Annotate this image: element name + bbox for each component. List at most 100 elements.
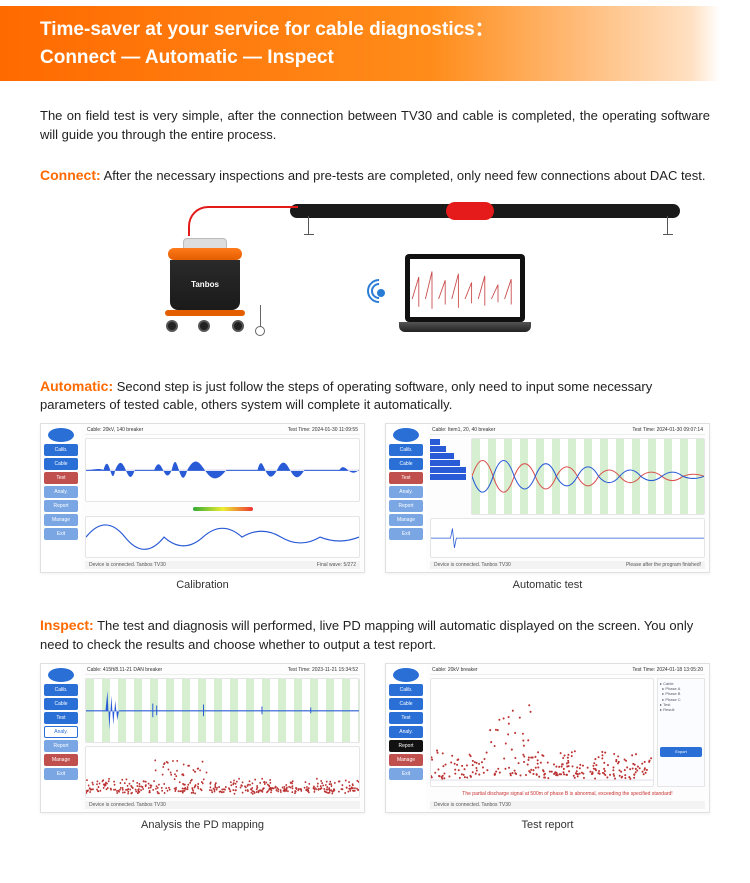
test-time-label: Test Time: 2024-01-30 11:09:55 bbox=[288, 427, 358, 433]
inspect-screenshot-row: Calib. Cable Test Analy. Report Manage E… bbox=[40, 663, 710, 831]
connect-text: After the necessary inspections and pre-… bbox=[101, 168, 706, 183]
software-sidebar: Calib. Cable Test Analy. Report Manage E… bbox=[386, 664, 426, 812]
sidebar-item: Calib. bbox=[44, 444, 78, 456]
app-logo-icon bbox=[393, 668, 419, 682]
sidebar-item: Report bbox=[44, 740, 78, 752]
autotest-caption: Automatic test bbox=[513, 579, 583, 591]
inspect-label: Inspect: bbox=[40, 617, 94, 633]
device-status-label: Device is connected. Tanbos TV30 bbox=[89, 562, 166, 568]
waveform-chart bbox=[85, 438, 360, 502]
cable-info-label: Cable: 20kV breaker bbox=[432, 667, 478, 673]
sidebar-item: Cable bbox=[389, 698, 423, 710]
laptop-screen-chart bbox=[410, 259, 520, 317]
inspect-text: The test and diagnosis will performed, l… bbox=[40, 618, 693, 652]
testreport-caption: Test report bbox=[522, 819, 574, 831]
automatic-label: Automatic: bbox=[40, 378, 113, 394]
test-time-label: Test Time: 2023-11-21 15:34:52 bbox=[288, 667, 358, 673]
damped-sine-chart bbox=[85, 516, 360, 558]
sidebar-item: Test bbox=[44, 472, 78, 484]
sidebar-item: Analy. bbox=[44, 486, 78, 498]
hv-cable-icon bbox=[290, 204, 680, 218]
pdmapping-screenshot: Calib. Cable Test Analy. Report Manage E… bbox=[40, 663, 365, 813]
app-logo-icon bbox=[48, 428, 74, 442]
connection-diagram: Tanbos bbox=[40, 194, 710, 354]
autotest-screenshot: Calib. Cable Test Analy. Report Manage E… bbox=[385, 423, 710, 573]
sidebar-item: Test bbox=[389, 472, 423, 484]
automatic-text: Second step is just follow the steps of … bbox=[40, 379, 652, 413]
sidebar-item: Exit bbox=[389, 768, 423, 780]
pdmapping-caption: Analysis the PD mapping bbox=[141, 819, 264, 831]
response-chart bbox=[430, 518, 705, 558]
sidebar-item: Test bbox=[389, 712, 423, 724]
calibration-screenshot: Calib. Cable Test Analy. Report Manage E… bbox=[40, 423, 365, 573]
report-tree-panel: ▸ Cable ▸ Phase A ▸ Phase B ▸ Phase C▸ T… bbox=[657, 678, 705, 787]
automatic-screenshot-row: Calib. Cable Test Analy. Report Manage E… bbox=[40, 423, 710, 591]
software-sidebar: Calib. Cable Test Analy. Report Manage E… bbox=[386, 424, 426, 572]
sidebar-item: Exit bbox=[44, 528, 78, 540]
calibration-caption: Calibration bbox=[176, 579, 229, 591]
test-time-label: Test Time: 2024-01-30 09:07:14 bbox=[632, 427, 703, 433]
ground-stake-icon bbox=[255, 326, 265, 336]
device-status-label: Device is connected. Tanbos TV30 bbox=[89, 802, 166, 808]
sidebar-item: Analy. bbox=[389, 726, 423, 738]
sidebar-item: Exit bbox=[44, 768, 78, 780]
page-content: The on field test is very simple, after … bbox=[0, 81, 750, 841]
sidebar-item: Calib. bbox=[44, 684, 78, 696]
laptop-icon bbox=[400, 254, 530, 340]
dac-test-device: Tanbos bbox=[170, 238, 240, 318]
app-logo-icon bbox=[48, 668, 74, 682]
sidebar-item: Test bbox=[44, 712, 78, 724]
report-scatter-chart bbox=[430, 678, 654, 787]
cable-info-label: Cable: 20kV, 140 breaker bbox=[87, 427, 143, 433]
test-lead-icon bbox=[188, 206, 298, 236]
sidebar-item: Cable bbox=[44, 458, 78, 470]
cable-info-label: Cable: 415ft/8.11-21 DAN breaker bbox=[87, 667, 162, 673]
warning-message: The partial discharge signal at 500m of … bbox=[430, 790, 705, 798]
app-logo-icon bbox=[393, 428, 419, 442]
caster-wheel-icon bbox=[198, 320, 210, 332]
automatic-step: Automatic: Second step is just follow th… bbox=[40, 378, 710, 416]
pd-waveform-chart bbox=[85, 678, 360, 743]
sidebar-item-active: Analy. bbox=[44, 726, 78, 738]
device-status-label: Device is connected. Tanbos TV30 bbox=[434, 802, 511, 808]
ground-icon bbox=[308, 216, 309, 234]
sidebar-item: Report bbox=[389, 500, 423, 512]
connect-label: Connect: bbox=[40, 167, 101, 183]
software-sidebar: Calib. Cable Test Analy. Report Manage E… bbox=[41, 424, 81, 572]
title-banner: Time-saver at your service for cable dia… bbox=[0, 6, 720, 81]
sidebar-item: Calib. bbox=[389, 444, 423, 456]
sidebar-item: Cable bbox=[389, 458, 423, 470]
ground-icon bbox=[667, 216, 668, 234]
sidebar-item: Manage bbox=[389, 514, 423, 526]
inspect-step: Inspect: The test and diagnosis will per… bbox=[40, 617, 710, 655]
software-sidebar: Calib. Cable Test Analy. Report Manage E… bbox=[41, 664, 81, 812]
banner-line2: Connect — Automatic — Inspect bbox=[40, 44, 710, 72]
intro-paragraph: The on field test is very simple, after … bbox=[40, 107, 710, 145]
sidebar-item: Cable bbox=[44, 698, 78, 710]
test-time-label: Test Time: 2024-01-18 13:05:20 bbox=[632, 667, 703, 673]
sidebar-item: Calib. bbox=[389, 684, 423, 696]
testreport-screenshot: Calib. Cable Test Analy. Report Manage E… bbox=[385, 663, 710, 813]
device-status-label: Device is connected. Tanbos TV30 bbox=[434, 562, 511, 568]
wave-count-label: Final wave: 5/272 bbox=[317, 562, 356, 568]
wifi-icon bbox=[368, 280, 394, 306]
progress-label: Please after the program finished! bbox=[626, 562, 701, 568]
voltage-histogram bbox=[430, 438, 468, 515]
pd-scatter-chart bbox=[85, 746, 360, 798]
damped-oscillation-chart bbox=[471, 438, 705, 515]
sidebar-item: Manage bbox=[44, 514, 78, 526]
device-brand-label: Tanbos bbox=[170, 260, 240, 310]
sidebar-item: Manage bbox=[44, 754, 78, 766]
banner-line1: Time-saver at your service for cable dia… bbox=[40, 16, 710, 44]
severity-scale-icon bbox=[193, 507, 253, 511]
caster-wheel-icon bbox=[166, 320, 178, 332]
sidebar-item: Exit bbox=[389, 528, 423, 540]
export-button-icon: Export bbox=[660, 747, 702, 756]
sidebar-item: Manage bbox=[389, 754, 423, 766]
sidebar-item: Analy. bbox=[389, 486, 423, 498]
connect-step: Connect: After the necessary inspections… bbox=[40, 167, 710, 186]
caster-wheel-icon bbox=[232, 320, 244, 332]
sidebar-item-active: Report bbox=[389, 740, 423, 752]
cable-info-label: Cable: Item1, 20, 40 breaker bbox=[432, 427, 495, 433]
sidebar-item: Report bbox=[44, 500, 78, 512]
